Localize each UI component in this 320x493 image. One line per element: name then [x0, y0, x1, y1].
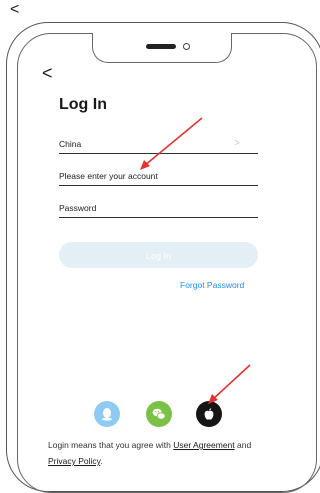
user-agreement-link[interactable]: User Agreement: [173, 440, 234, 450]
agreement-text: Login means that you agree with User Agr…: [48, 437, 298, 469]
wechat-login-button[interactable]: [146, 401, 172, 427]
privacy-policy-link[interactable]: Privacy Policy: [48, 456, 100, 466]
chevron-right-icon: >: [234, 138, 240, 149]
agreement-suffix: .: [100, 456, 103, 466]
account-placeholder: Please enter your account: [59, 171, 158, 181]
outer-back-icon[interactable]: <: [10, 0, 19, 20]
speaker-icon: [146, 44, 176, 49]
account-input[interactable]: Please enter your account: [59, 167, 258, 186]
back-icon[interactable]: <: [42, 63, 53, 84]
password-input[interactable]: Password: [59, 199, 258, 218]
apple-icon: [204, 408, 214, 420]
region-select[interactable]: China >: [59, 135, 258, 154]
page-title: Log In: [59, 96, 107, 113]
qq-icon: [102, 408, 112, 421]
agreement-and: and: [234, 440, 252, 450]
forgot-password-link[interactable]: Forgot Password: [180, 280, 244, 290]
region-value: China: [59, 139, 82, 149]
agreement-prefix: Login means that you agree with: [48, 440, 174, 450]
wechat-icon: [152, 408, 166, 420]
qq-login-button[interactable]: [94, 401, 120, 427]
camera-icon: [183, 43, 190, 50]
apple-login-button[interactable]: [196, 401, 222, 427]
login-button[interactable]: Log In: [59, 242, 258, 268]
password-placeholder: Password: [59, 203, 97, 213]
